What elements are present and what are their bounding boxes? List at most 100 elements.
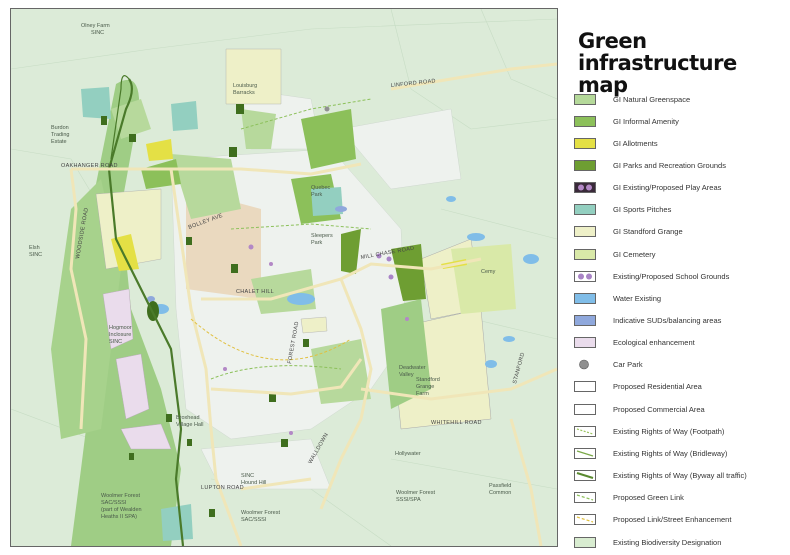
legend-item: Proposed Link/Street Enhancement bbox=[574, 513, 731, 527]
legend-swatch bbox=[574, 292, 596, 304]
legend-label: Existing Rights of Way (Bridleway) bbox=[613, 448, 728, 458]
legend-swatch bbox=[574, 514, 596, 526]
legend-swatch bbox=[574, 470, 596, 482]
svg-text:Broxhead: Broxhead bbox=[176, 415, 200, 421]
svg-text:Elsh: Elsh bbox=[29, 245, 40, 251]
svg-text:Burdon: Burdon bbox=[51, 125, 69, 131]
svg-text:Deadwater: Deadwater bbox=[399, 365, 426, 371]
legend-item: GI Parks and Recreation Grounds bbox=[574, 158, 726, 172]
legend-label: Existing/Proposed School Grounds bbox=[613, 271, 730, 281]
legend-swatch bbox=[574, 492, 596, 504]
svg-text:WHITEHILL ROAD: WHITEHILL ROAD bbox=[431, 420, 482, 426]
svg-text:Park: Park bbox=[311, 192, 323, 198]
legend-swatch bbox=[574, 359, 596, 370]
legend-swatch bbox=[574, 182, 596, 194]
legend-item: Existing Rights of Way (Footpath) bbox=[574, 424, 724, 438]
legend-item: Water Existing bbox=[574, 291, 661, 305]
legend-label: GI Standford Grange bbox=[613, 227, 683, 237]
legend-item: GI Cemetery bbox=[574, 247, 656, 261]
legend-item: Car Park bbox=[574, 358, 643, 372]
legend-item: GI Existing/Proposed Play Areas bbox=[574, 181, 721, 195]
svg-text:SSSI/SPA: SSSI/SPA bbox=[396, 497, 421, 503]
legend-label: Water Existing bbox=[613, 293, 662, 303]
legend-item: Existing Rights of Way (Byway all traffi… bbox=[574, 469, 747, 483]
legend-swatch bbox=[574, 93, 596, 105]
svg-text:Hound Hill: Hound Hill bbox=[241, 480, 266, 486]
svg-text:Grange: Grange bbox=[416, 384, 434, 390]
svg-text:Park: Park bbox=[311, 240, 323, 246]
map-canvas: Olney FarmSINC LINFORD ROAD BurdonTradin… bbox=[11, 9, 557, 546]
legend-item: Proposed Commercial Area bbox=[574, 402, 705, 416]
legend-swatch bbox=[574, 425, 596, 437]
svg-text:Farm: Farm bbox=[416, 391, 429, 397]
legend-label: GI Existing/Proposed Play Areas bbox=[613, 183, 722, 193]
svg-text:CHALET HILL: CHALET HILL bbox=[236, 289, 274, 295]
svg-text:SINC: SINC bbox=[109, 339, 122, 345]
svg-text:Sleepers: Sleepers bbox=[311, 233, 333, 239]
legend-swatch bbox=[574, 204, 596, 216]
legend-swatch bbox=[574, 403, 596, 415]
legend-label: GI Natural Greenspace bbox=[613, 94, 691, 104]
legend-label: Proposed Link/Street Enhancement bbox=[613, 515, 732, 525]
green-infrastructure-map[interactable]: Olney Farm SINC LINFORD ROAD Burdon Tradin… bbox=[10, 8, 558, 547]
legend-swatch bbox=[574, 137, 596, 149]
legend-item: Ecological enhancement bbox=[574, 336, 695, 350]
legend-label: Ecological enhancement bbox=[613, 338, 695, 348]
legend-label: GI Cemetery bbox=[613, 249, 656, 259]
legend-swatch bbox=[574, 159, 596, 171]
svg-text:Quebec: Quebec bbox=[311, 185, 331, 191]
legend-item: Indicative SUDs/balancing areas bbox=[574, 314, 721, 328]
svg-text:LUPTON ROAD: LUPTON ROAD bbox=[201, 485, 244, 491]
svg-text:Hogmoor: Hogmoor bbox=[109, 325, 132, 331]
svg-text:Hollywater: Hollywater bbox=[395, 451, 421, 457]
svg-text:SINC: SINC bbox=[241, 473, 254, 479]
legend-title: Green infrastructure map bbox=[578, 29, 737, 97]
legend-swatch bbox=[574, 337, 596, 349]
legend-item: GI Allotments bbox=[574, 136, 658, 150]
legend-label: Car Park bbox=[613, 360, 643, 370]
svg-text:Heaths II SPA): Heaths II SPA) bbox=[101, 514, 137, 520]
legend-swatch bbox=[574, 270, 596, 282]
svg-text:(part of Wealden: (part of Wealden bbox=[101, 507, 142, 513]
legend-item: Existing Rights of Way (Bridleway) bbox=[574, 446, 727, 460]
legend-item: GI Informal Amenity bbox=[574, 114, 679, 128]
svg-text:OAKHANGER ROAD: OAKHANGER ROAD bbox=[61, 163, 118, 169]
legend-label: GI Sports Pitches bbox=[613, 205, 672, 215]
legend-swatch bbox=[574, 248, 596, 260]
svg-text:SAC/SSSI: SAC/SSSI bbox=[101, 500, 127, 506]
legend-label: Existing Rights of Way (Footpath) bbox=[613, 426, 725, 436]
legend-label: Proposed Commercial Area bbox=[613, 404, 705, 414]
legend-swatch bbox=[574, 115, 596, 127]
legend-label: Proposed Residential Area bbox=[613, 382, 702, 392]
svg-text:Inclosure: Inclosure bbox=[109, 332, 131, 338]
svg-text:Passfield: Passfield bbox=[489, 483, 511, 489]
legend-label: GI Informal Amenity bbox=[613, 116, 679, 126]
svg-text:Cemy: Cemy bbox=[481, 269, 496, 275]
legend-item: Existing Biodiversity Designation bbox=[574, 535, 721, 549]
svg-text:SINC: SINC bbox=[91, 30, 104, 36]
svg-text:Trading: Trading bbox=[51, 132, 69, 138]
legend-item: Existing/Proposed School Grounds bbox=[574, 269, 729, 283]
legend-label: GI Allotments bbox=[613, 138, 658, 148]
legend-item: GI Sports Pitches bbox=[574, 203, 671, 217]
svg-text:Louisburg: Louisburg bbox=[233, 83, 257, 89]
legend-swatch bbox=[574, 536, 596, 548]
svg-text:Village Hall: Village Hall bbox=[176, 422, 203, 428]
svg-text:Woolmer Forest: Woolmer Forest bbox=[241, 510, 280, 516]
svg-text:Standford: Standford bbox=[416, 377, 440, 383]
svg-text:SAC/SSSI: SAC/SSSI bbox=[241, 517, 267, 523]
svg-text:SINC: SINC bbox=[29, 252, 42, 258]
legend-item: GI Standford Grange bbox=[574, 225, 683, 239]
svg-text:Common: Common bbox=[489, 490, 511, 496]
map-legend: Green infrastructure map GI Natural Green… bbox=[574, 29, 788, 548]
svg-text:Valley: Valley bbox=[399, 372, 414, 378]
svg-text:Woolmer Forest: Woolmer Forest bbox=[396, 490, 435, 496]
legend-label: GI Parks and Recreation Grounds bbox=[613, 160, 726, 170]
legend-item: GI Natural Greenspace bbox=[574, 92, 690, 106]
legend-item: Proposed Green Link bbox=[574, 491, 684, 505]
legend-item: Proposed Residential Area bbox=[574, 380, 702, 394]
legend-swatch bbox=[574, 226, 596, 238]
legend-label: Proposed Green Link bbox=[613, 493, 684, 503]
legend-label: Existing Rights of Way (Byway all traffi… bbox=[613, 471, 747, 481]
svg-text:Barracks: Barracks bbox=[233, 90, 255, 96]
